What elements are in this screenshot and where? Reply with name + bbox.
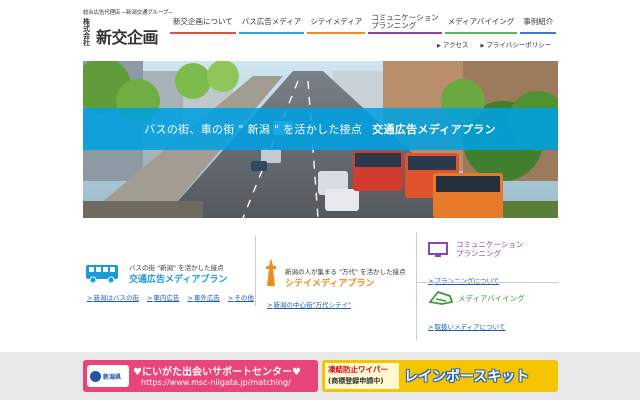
rainbow-skit-banner[interactable]: 凍結防止ワイパー (商標登録申請中) レインボースキット: [322, 360, 558, 392]
nav-communication-planning[interactable]: コミュニケーション プランニング: [368, 12, 442, 34]
logo-subtitle: 総合広告代理店 −新潟交通グループ−: [83, 10, 173, 16]
hero-caption-strong: 交通広告メディアプラン: [372, 123, 496, 136]
panel-divider-right: [416, 232, 417, 340]
subnav-privacy[interactable]: プライバシーポリシー: [481, 39, 551, 49]
content-panels: バスの街 "新潟" を活かした接点 交通広告メディアプラン 新潟はバスの街 車内…: [83, 232, 558, 340]
nav-case-studies[interactable]: 事例紹介: [520, 12, 557, 34]
bus-panel-small: バスの街 "新潟" を活かした接点: [129, 264, 224, 272]
nav-about[interactable]: 新交企画について: [170, 12, 236, 34]
city-panel-small: 新潟の人が集まる "万代" を活かした接点: [285, 268, 406, 276]
site-header: 総合広告代理店 −新潟交通グループ− 株式会社 新交企画 新交企画について バス…: [0, 0, 640, 58]
banner2-main-title: レインボースキット: [404, 369, 530, 385]
main-nav: 新交企画について バス広告メディア シテイメディア コミュニケーション プランニ…: [170, 12, 559, 34]
comm-title-2[interactable]: プランニング: [456, 249, 501, 258]
monitor-icon: [428, 242, 448, 257]
logo-kabu: 株式会社: [83, 18, 90, 47]
site-logo[interactable]: 総合広告代理店 −新潟交通グループ− 株式会社 新交企画: [83, 10, 173, 47]
comm-title-1[interactable]: コミュニケーション: [456, 240, 523, 249]
logo-name: 新交企画: [96, 28, 159, 47]
link-in-car-ads[interactable]: 車内広告: [147, 292, 179, 302]
link-bus-city[interactable]: 新潟はバスの街: [87, 292, 139, 302]
link-other[interactable]: その他: [228, 292, 254, 302]
banner1-title: ♥にいがた出会いサポートセンター♥: [133, 367, 301, 378]
link-planning[interactable]: プランニングについて: [428, 277, 499, 285]
bus-panel-title[interactable]: 交通広告メディアプラン: [129, 272, 227, 285]
banner2-label-1: 凍結防止ワイパー: [328, 365, 388, 374]
bus-panel-links: 新潟はバスの街 車内広告 車外広告 その他: [87, 292, 254, 302]
comm-panel-link-wrap: プランニングについて: [428, 268, 499, 287]
nav-bus-media[interactable]: バス広告メディア: [238, 12, 305, 34]
hero-caption: バスの街、車の街 " 新潟 " を活かした接点 交通広告メディアプラン: [0, 108, 640, 150]
niigata-pref-badge: 新潟県: [87, 365, 129, 387]
buying-title[interactable]: メディアバイイング: [458, 294, 525, 303]
sub-nav: アクセス プライバシーポリシー: [437, 39, 551, 49]
city-panel-link-wrap: 新潟の中心街"万代シテイ": [267, 292, 351, 311]
nav-city-media[interactable]: シテイメディア: [307, 12, 366, 34]
tower-icon: [266, 258, 276, 286]
panel-divider: [255, 236, 256, 306]
buying-panel-link-wrap: 取扱いメディアについて: [428, 314, 505, 333]
link-bandai-city[interactable]: 新潟の中心街"万代シテイ": [267, 301, 351, 309]
niigata-pref-label: 新潟県: [103, 373, 122, 381]
logo-main: 株式会社 新交企画: [83, 19, 167, 47]
hero-caption-text: バスの街、車の街 " 新潟 " を活かした接点: [144, 123, 363, 136]
bus-icon: [86, 265, 118, 284]
subnav-access[interactable]: アクセス: [437, 39, 469, 49]
niigata-pref-icon: [90, 370, 101, 382]
link-exterior-ads[interactable]: 車外広告: [187, 292, 220, 302]
niigata-matching-banner[interactable]: 新潟県 ♥にいがた出会いサポートセンター♥ https://www.msc-ni…: [83, 360, 318, 392]
banner1-url: https://www.msc-niigata.jp/matching/: [141, 378, 291, 387]
handshake-icon: [428, 290, 454, 305]
city-panel-title[interactable]: シテイメディアプラン: [285, 276, 374, 289]
banner2-label-2: (商標登録申請中): [328, 377, 384, 385]
link-media-list[interactable]: 取扱いメディアについて: [428, 323, 505, 331]
nav-media-buying[interactable]: メディアバイイング: [444, 12, 518, 34]
panel-divider-horizontal: [417, 282, 558, 283]
